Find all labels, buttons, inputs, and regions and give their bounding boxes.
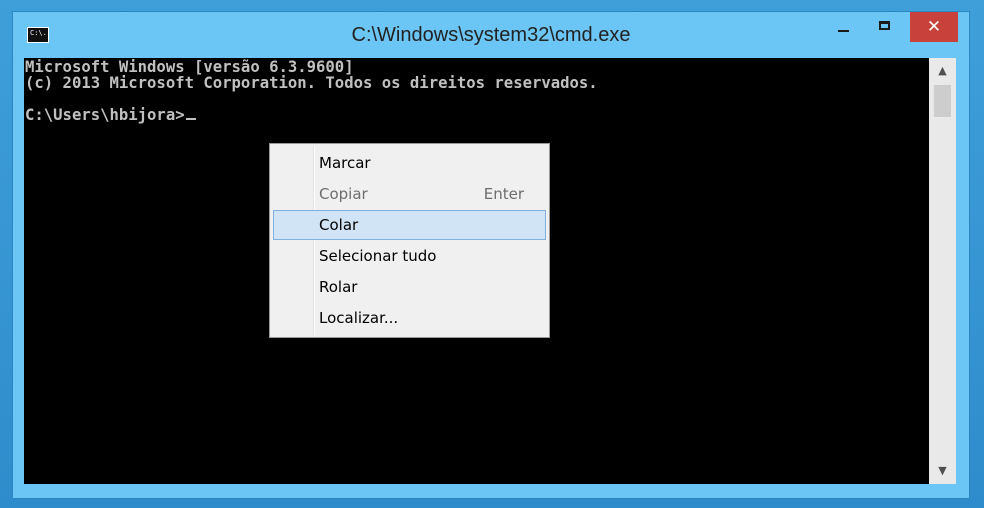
close-button[interactable]: ✕: [910, 12, 958, 42]
console-line: (c) 2013 Microsoft Corporation. Todos os…: [25, 74, 598, 92]
console-output: Microsoft Windows [versão 6.3.9600] (c) …: [25, 59, 598, 123]
maximize-icon: [879, 21, 890, 30]
menu-item-shortcut: Enter: [483, 185, 524, 203]
scroll-up-arrow-icon[interactable]: ▲: [929, 58, 956, 84]
text-cursor: [185, 118, 196, 120]
menu-item-label: Colar: [319, 216, 359, 234]
menu-item-label: Localizar...: [319, 309, 399, 327]
maximize-button[interactable]: [863, 13, 909, 43]
minimize-icon: [838, 30, 849, 32]
menu-item-colar[interactable]: Colar: [273, 210, 546, 240]
menu-item-localizar[interactable]: Localizar...: [273, 303, 546, 333]
menu-item-rolar[interactable]: Rolar: [273, 272, 546, 302]
menu-item-selecionar-tudo[interactable]: Selecionar tudo: [273, 241, 546, 271]
menu-item-copiar[interactable]: Copiar Enter: [273, 179, 546, 209]
menu-item-label: Rolar: [319, 278, 358, 296]
menu-item-label: Selecionar tudo: [319, 247, 437, 265]
scroll-thumb[interactable]: [934, 85, 951, 117]
minimize-button[interactable]: [821, 13, 867, 43]
scroll-down-arrow-icon[interactable]: ▼: [929, 458, 956, 484]
close-icon: ✕: [926, 17, 942, 37]
menu-item-label: Copiar: [319, 185, 368, 203]
menu-item-label: Marcar: [319, 154, 371, 172]
command-prompt: C:\Users\hbijora>: [25, 106, 185, 124]
title-bar[interactable]: C:\. C:\Windows\system32\cmd.exe ✕: [13, 12, 969, 58]
menu-item-marcar[interactable]: Marcar: [273, 148, 546, 178]
context-menu: Marcar Copiar Enter Colar Selecionar tud…: [269, 143, 550, 338]
vertical-scrollbar[interactable]: ▲ ▼: [929, 58, 956, 484]
